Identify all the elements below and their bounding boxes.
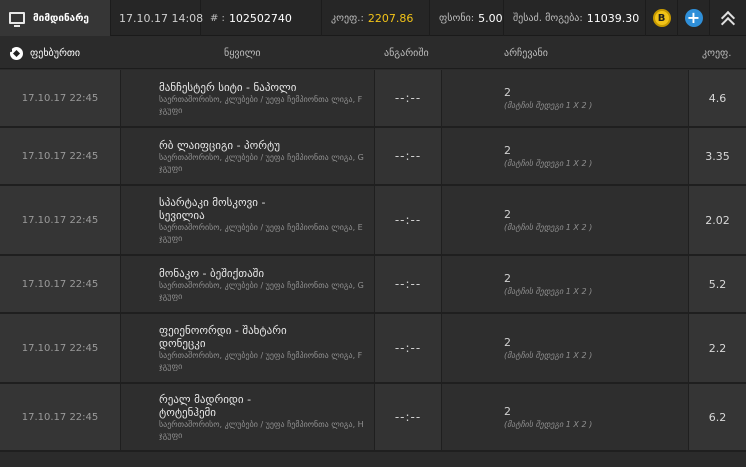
match-name: მონაკო - ბეშიქთაში xyxy=(159,266,265,280)
match-score: --:-- xyxy=(374,70,442,126)
match-date: 17.10.17 22:45 xyxy=(0,186,120,254)
sport-header: ფეხბურთი xyxy=(10,37,80,69)
ticket-number-label: # : xyxy=(210,12,225,24)
bet-coef: 2.2 xyxy=(688,314,746,382)
bet-choice: 2 (მატჩის შედეგი 1 X 2 ) xyxy=(442,70,688,126)
bet-choice-market: (მატჩის შედეგი 1 X 2 ) xyxy=(504,350,593,360)
sport-header-label: ფეხბურთი xyxy=(30,47,81,59)
match-name-line2: დონეცკი xyxy=(159,337,206,350)
score-column-header: ანგარიში xyxy=(384,47,429,59)
match-date: 17.10.17 22:45 xyxy=(0,256,120,312)
match-date: 17.10.17 22:45 xyxy=(0,128,120,184)
total-coef-value: 2207.86 xyxy=(367,11,414,25)
bet-choice-market: (მატჩის შედეგი 1 X 2 ) xyxy=(504,222,593,232)
match-name-line2: სევილია xyxy=(159,209,205,222)
match-league: საერთაშორისო, კლუბები / უეფა ჩემპიონთა ლ… xyxy=(159,223,363,243)
possible-win-label: შესაძ. მოგება: xyxy=(513,12,583,24)
bet-choice: 2 (მატჩის შედეგი 1 X 2 ) xyxy=(442,384,688,450)
bet-coef: 4.6 xyxy=(688,70,746,126)
bet-coef: 3.35 xyxy=(688,128,746,184)
match-info: მანჩესტერ სიტი - ნაპოლი საერთაშორისო, კლ… xyxy=(120,70,374,126)
stake-label: ფსონი: xyxy=(439,12,475,24)
match-league: საერთაშორისო, კლუბები / უეფა ჩემპიონთა ლ… xyxy=(159,280,364,301)
match-info: ფეიენოორდი - შახტარი დონეცკი საერთაშორის… xyxy=(120,314,374,382)
ticket-number-value: 102502740 xyxy=(228,11,292,25)
stake-value: 5.00 xyxy=(478,11,503,25)
match-date: 17.10.17 22:45 xyxy=(0,70,120,126)
add-button[interactable]: + xyxy=(678,0,710,36)
match-score: --:-- xyxy=(374,314,442,382)
total-coef: კოეფ.: 2207.86 xyxy=(322,0,430,36)
bet-choice: 2 (მატჩის შედეგი 1 X 2 ) xyxy=(442,314,688,382)
bet-choice-value: 2 xyxy=(504,404,511,418)
match-league: საერთაშორისო, კლუბები / უეფა ჩემპიონთა ლ… xyxy=(159,351,363,371)
ticket-summary-bar: მიმდინარე 17.10.17 14:08 # : 102502740 კ… xyxy=(0,0,746,36)
bet-row: 17.10.17 22:45 ფეიენოორდი - შახტარი დონე… xyxy=(0,314,746,384)
stake: ფსონი: 5.00 xyxy=(430,0,504,36)
bet-coef: 6.2 xyxy=(688,384,746,450)
match-date: 17.10.17 22:45 xyxy=(0,314,120,382)
match-score: --:-- xyxy=(374,384,442,450)
match-name: რბ ლაიფციგი - პორტუ xyxy=(159,138,280,152)
plus-icon: + xyxy=(684,9,703,27)
bet-choice-value: 2 xyxy=(504,207,511,221)
match-info: რეალ მადრიდი - ტოტენჰემი საერთაშორისო, კ… xyxy=(120,384,374,450)
ticket-datetime: 17.10.17 14:08 xyxy=(111,0,204,36)
match-name-line1: რეალ მადრიდი - xyxy=(159,393,252,406)
bet-choice-value: 2 xyxy=(504,335,511,349)
match-score: --:-- xyxy=(374,186,442,254)
match-name: მანჩესტერ სიტი - ნაპოლი xyxy=(159,80,297,94)
match-info: რბ ლაიფციგი - პორტუ საერთაშორისო, კლუბებ… xyxy=(120,128,374,184)
total-coef-label: კოეფ.: xyxy=(331,12,364,24)
match-league: საერთაშორისო, კლუბები / უეფა ჩემპიონთა ლ… xyxy=(159,94,363,115)
match-info: მონაკო - ბეშიქთაში საერთაშორისო, კლუბები… xyxy=(120,256,374,312)
bet-choice-market: (მატჩის შედეგი 1 X 2 ) xyxy=(504,286,593,296)
match-score: --:-- xyxy=(374,256,442,312)
current-tab-label: მიმდინარე xyxy=(33,12,89,24)
match-league: საერთაშორისო, კლუბები / უეფა ჩემპიონთა ლ… xyxy=(159,420,364,440)
bonus-coin-icon: B xyxy=(652,9,671,27)
monitor-icon xyxy=(9,12,25,27)
table-header: ფეხბურთი ნყვილი ანგარიში არჩევანი კოეფ. xyxy=(0,37,746,69)
event-column-header: ნყვილი xyxy=(224,47,261,59)
match-name-line1: სპარტაკი მოსკოვი - xyxy=(159,196,266,209)
bet-choice-market: (მატჩის შედეგი 1 X 2 ) xyxy=(504,419,593,429)
bet-row: 17.10.17 22:45 რბ ლაიფციგი - პორტუ საერთ… xyxy=(0,128,746,186)
match-name-line1: ფეიენოორდი - შახტარი xyxy=(159,324,287,337)
bet-choice: 2 (მატჩის შედეგი 1 X 2 ) xyxy=(442,256,688,312)
bet-choice: 2 (მატჩის შედეგი 1 X 2 ) xyxy=(442,186,688,254)
match-date: 17.10.17 22:45 xyxy=(0,384,120,450)
bet-coef: 5.2 xyxy=(688,256,746,312)
bet-row: 17.10.17 22:45 რეალ მადრიდი - ტოტენჰემი … xyxy=(0,384,746,452)
match-score: --:-- xyxy=(374,128,442,184)
match-info: სპარტაკი მოსკოვი - სევილია საერთაშორისო,… xyxy=(120,186,374,254)
ticket-number: # : 102502740 xyxy=(201,0,322,36)
bet-choice-market: (მატჩის შედეგი 1 X 2 ) xyxy=(504,158,593,168)
bet-choice-value: 2 xyxy=(504,85,511,99)
match-league: საერთაშორისო, კლუბები / უეფა ჩემპიონთა ლ… xyxy=(159,152,364,173)
coef-column-header: კოეფ. xyxy=(702,47,732,59)
bet-coef: 2.02 xyxy=(688,186,746,254)
match-name-line2: ტოტენჰემი xyxy=(159,406,216,419)
bet-row: 17.10.17 22:45 მონაკო - ბეშიქთაში საერთა… xyxy=(0,256,746,314)
choice-column-header: არჩევანი xyxy=(504,47,548,59)
bet-list: 17.10.17 22:45 მანჩესტერ სიტი - ნაპოლი ს… xyxy=(0,70,746,452)
bet-choice-market: (მატჩის შედეგი 1 X 2 ) xyxy=(504,100,593,110)
bet-row: 17.10.17 22:45 მანჩესტერ სიტი - ნაპოლი ს… xyxy=(0,70,746,128)
ticket-datetime-value: 17.10.17 14:08 xyxy=(119,11,204,25)
bet-choice-value: 2 xyxy=(504,143,511,157)
possible-win: შესაძ. მოგება: 11039.30 xyxy=(504,0,646,36)
bet-choice: 2 (მატჩის შედეგი 1 X 2 ) xyxy=(442,128,688,184)
double-chevron-up-icon xyxy=(720,10,736,32)
soccer-ball-icon xyxy=(10,46,23,60)
current-tab[interactable]: მიმდინარე xyxy=(0,0,111,36)
bonus-button[interactable]: B xyxy=(646,0,678,36)
collapse-button[interactable] xyxy=(710,0,746,36)
possible-win-value: 11039.30 xyxy=(586,11,640,25)
bet-row: 17.10.17 22:45 სპარტაკი მოსკოვი - სევილი… xyxy=(0,186,746,256)
bet-choice-value: 2 xyxy=(504,271,511,285)
